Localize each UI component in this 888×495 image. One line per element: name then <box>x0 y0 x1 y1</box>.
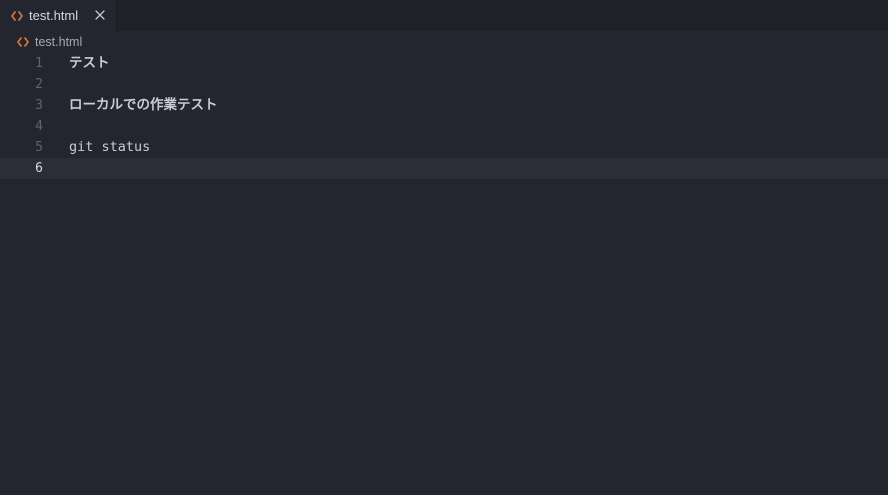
editor-line[interactable]: 5 git status <box>0 137 888 158</box>
line-number: 1 <box>35 56 43 71</box>
line-text[interactable]: テスト <box>69 53 110 74</box>
line-number: 5 <box>35 140 43 155</box>
editor-window: test.html test.html 1 テスト 2 3 ローカルでの作業テス… <box>0 0 888 495</box>
close-icon[interactable] <box>94 9 106 21</box>
line-number: 6 <box>35 161 43 176</box>
editor-line[interactable]: 3 ローカルでの作業テスト <box>0 95 888 116</box>
code-editor[interactable]: 1 テスト 2 3 ローカルでの作業テスト 4 5 git status 6 <box>0 53 888 495</box>
breadcrumb: test.html <box>0 31 888 53</box>
html-file-icon <box>11 10 23 22</box>
line-number: 2 <box>35 77 43 92</box>
editor-line[interactable]: 4 <box>0 116 888 137</box>
line-text[interactable]: git status <box>69 137 150 158</box>
line-number: 3 <box>35 98 43 113</box>
editor-line-current[interactable]: 6 <box>0 158 888 179</box>
html-file-icon <box>17 36 29 48</box>
tab-test-html[interactable]: test.html <box>0 0 117 31</box>
line-text[interactable]: ローカルでの作業テスト <box>69 95 218 116</box>
breadcrumb-file[interactable]: test.html <box>35 35 82 49</box>
tab-label: test.html <box>29 8 79 23</box>
line-number: 4 <box>35 119 43 134</box>
tab-bar: test.html <box>0 0 888 31</box>
editor-line[interactable]: 1 テスト <box>0 53 888 74</box>
editor-line[interactable]: 2 <box>0 74 888 95</box>
